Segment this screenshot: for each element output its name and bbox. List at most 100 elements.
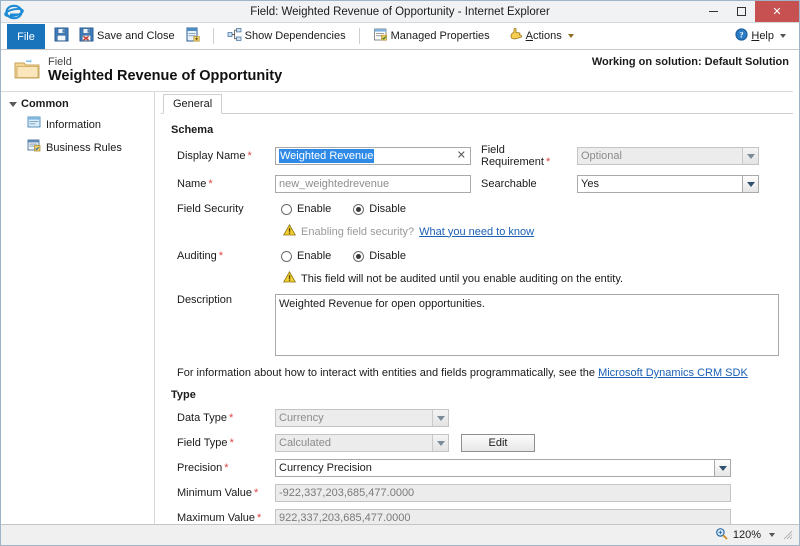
zoom-magnifier-icon[interactable] — [715, 527, 728, 543]
resize-grip-icon[interactable] — [783, 530, 793, 540]
maximum-value-input[interactable]: 922,337,203,685,477.0000 — [275, 509, 731, 524]
chevron-down-icon[interactable] — [769, 533, 775, 537]
maximum-value-label: Maximum Value* — [171, 512, 275, 524]
page-header: Field Weighted Revenue of Opportunity Wo… — [1, 50, 799, 91]
field-form: Schema Display Name* Weighted Revenue ✕ — [161, 114, 793, 524]
required-asterisk: * — [247, 150, 251, 162]
display-name-label: Display Name* — [171, 150, 275, 162]
auditing-enable-radio[interactable]: Enable — [281, 250, 331, 262]
searchable-value: Yes — [581, 178, 599, 190]
data-type-select[interactable]: Currency — [275, 409, 449, 427]
actions-label: Actions — [526, 30, 562, 42]
managed-properties-button[interactable]: Managed Properties — [368, 26, 495, 47]
sidebar-item-information[interactable]: Information — [1, 113, 154, 136]
field-security-disable-radio[interactable]: Disable — [353, 203, 406, 215]
edit-button[interactable]: Edit — [461, 434, 535, 452]
nav-group-common[interactable]: Common — [1, 96, 154, 113]
auditing-disable-label: Disable — [369, 250, 406, 262]
show-dependencies-button[interactable]: Show Dependencies — [222, 26, 351, 47]
required-asterisk: * — [208, 178, 212, 190]
schema-section-heading: Schema — [171, 124, 781, 136]
field-security-enable-radio[interactable]: Enable — [281, 203, 331, 215]
precision-value: Currency Precision — [279, 462, 372, 474]
new-button[interactable] — [180, 26, 205, 47]
searchable-select[interactable]: Yes — [577, 175, 759, 193]
sdk-note-text: For information about how to interact wi… — [177, 367, 595, 379]
chevron-down-icon — [432, 410, 448, 426]
save-and-close-button[interactable]: Save and Close — [74, 26, 180, 47]
solution-status: Working on solution: Default Solution — [592, 56, 789, 68]
required-asterisk: * — [257, 512, 261, 524]
required-asterisk: * — [230, 437, 234, 449]
required-asterisk: * — [219, 250, 223, 262]
row-field-security: Field Security Enable Disable — [171, 200, 781, 218]
display-name-input[interactable]: Weighted Revenue ✕ — [275, 147, 471, 165]
auditing-note-text: This field will not be audited until you… — [301, 273, 623, 285]
field-type-select[interactable]: Calculated — [275, 434, 449, 452]
save-and-close-label: Save and Close — [97, 30, 175, 42]
nav-group-label: Common — [21, 98, 69, 110]
internet-explorer-icon — [4, 2, 24, 22]
required-asterisk: * — [546, 156, 550, 168]
description-label: Description — [171, 294, 275, 306]
chevron-down-icon — [742, 176, 758, 192]
actions-hand-icon — [508, 27, 523, 45]
warning-icon — [283, 224, 296, 239]
ribbon-group-save: Save and Close — [45, 23, 209, 49]
browser-window: Field: Weighted Revenue of Opportunity -… — [0, 0, 800, 546]
chevron-down-icon — [432, 435, 448, 451]
sidebar-item-label: Business Rules — [46, 140, 122, 156]
auditing-label: Auditing* — [171, 250, 275, 262]
header-entity-kind: Field — [48, 56, 282, 69]
tab-general[interactable]: General — [163, 94, 222, 114]
close-button[interactable]: ✕ — [755, 1, 799, 22]
field-type-label: Field Type* — [171, 437, 275, 449]
save-floppy-icon — [54, 27, 69, 45]
auditing-enable-label: Enable — [297, 250, 331, 262]
ribbon-separator — [213, 28, 214, 44]
command-ribbon: File — [1, 23, 799, 50]
field-type-value: Calculated — [279, 437, 331, 449]
chevron-down-icon — [714, 460, 730, 476]
maximize-button[interactable] — [727, 1, 755, 22]
field-security-note-text: Enabling field security? — [301, 226, 414, 238]
help-chevron-down-icon — [780, 34, 786, 38]
name-input[interactable]: new_weightedrevenue — [275, 175, 471, 193]
required-asterisk: * — [254, 487, 258, 499]
precision-label: Precision* — [171, 462, 275, 474]
sidebar-item-business-rules[interactable]: Business Rules — [1, 136, 154, 159]
minimize-button[interactable] — [699, 1, 727, 22]
field-requirement-select[interactable]: Optional — [577, 147, 759, 165]
ribbon-group-dependencies: Show Dependencies — [218, 23, 355, 49]
help-question-icon: ? — [735, 28, 748, 44]
row-precision: Precision* Currency Precision — [171, 459, 781, 477]
row-display-name: Display Name* Weighted Revenue ✕ Field R… — [171, 144, 781, 168]
information-icon — [27, 115, 41, 134]
sdk-note-link[interactable]: Microsoft Dynamics CRM SDK — [598, 367, 748, 379]
clear-x-icon[interactable]: ✕ — [457, 151, 466, 162]
show-dependencies-label: Show Dependencies — [245, 30, 346, 42]
display-name-value: Weighted Revenue — [279, 149, 374, 163]
collapse-triangle-icon — [9, 102, 17, 107]
maximum-value-text: 922,337,203,685,477.0000 — [279, 511, 411, 524]
chevron-down-icon — [742, 148, 758, 164]
row-description: Description — [171, 294, 781, 359]
actions-menu-button[interactable]: Actions — [503, 26, 579, 47]
precision-select[interactable]: Currency Precision — [275, 459, 731, 477]
data-type-value: Currency — [279, 412, 324, 424]
radio-circle-icon — [281, 204, 292, 215]
save-button[interactable] — [49, 26, 74, 47]
field-security-note-link[interactable]: What you need to know — [419, 226, 534, 238]
window-controls: ✕ — [699, 1, 799, 23]
page-body: Common Information — [1, 91, 799, 524]
auditing-disable-radio[interactable]: Disable — [353, 250, 406, 262]
help-button[interactable]: ? Help — [730, 26, 791, 47]
type-section-heading: Type — [171, 389, 781, 401]
file-tab[interactable]: File — [7, 24, 45, 49]
minimum-value-text: -922,337,203,685,477.0000 — [279, 486, 414, 500]
description-textarea[interactable] — [275, 294, 779, 356]
minimum-value-input[interactable]: -922,337,203,685,477.0000 — [275, 484, 731, 502]
required-asterisk: * — [224, 462, 228, 474]
managed-properties-icon — [373, 27, 388, 45]
content-area: General Schema Display Name* Weighted Re… — [155, 91, 793, 524]
